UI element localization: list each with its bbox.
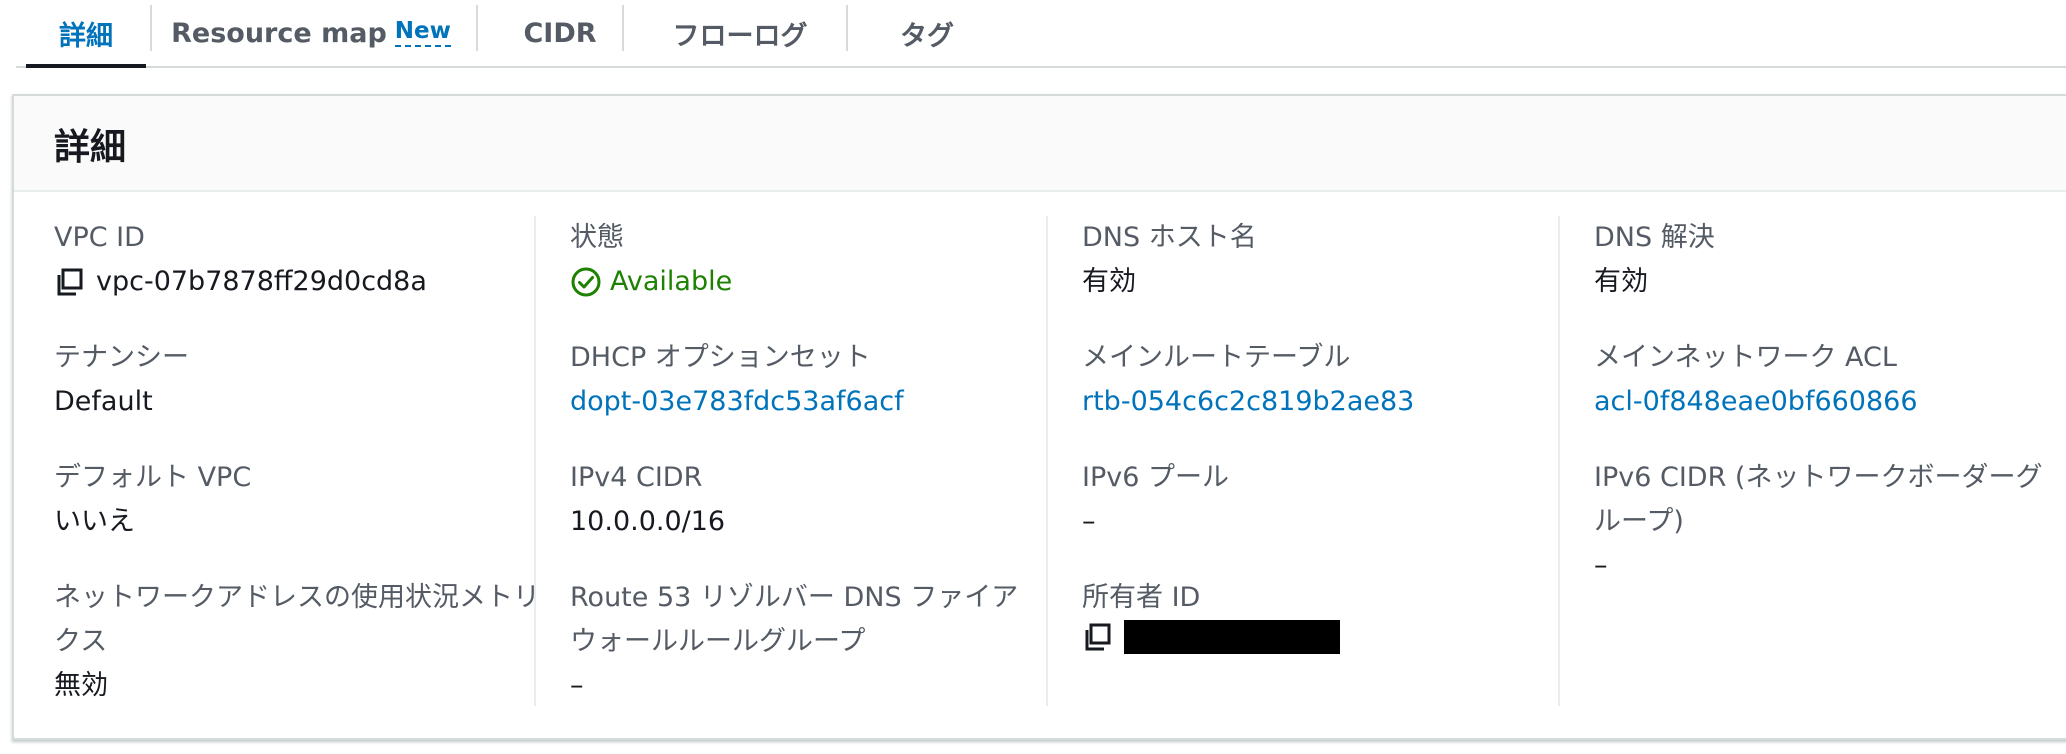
field-value: いいえ: [54, 506, 135, 537]
field-label: IPv6 プール: [1082, 462, 1229, 493]
dhcp-option-set-link[interactable]: dopt-03e783fdc53af6acf: [570, 380, 1060, 424]
field-default-vpc: デフォルト VPC いいえ: [54, 456, 544, 544]
tab-cidr[interactable]: CIDR: [490, 0, 630, 66]
field-route53-resolver-dns-firewall: Route 53 リゾルバー DNS ファイアウォールルールグループ –: [570, 576, 1040, 708]
owner-id-redacted: [1124, 620, 1340, 654]
field-label: DNS ホスト名: [1082, 222, 1257, 253]
main-network-acl-link[interactable]: acl-0f848eae0bf660866: [1594, 380, 2064, 424]
field-label: メインネットワーク ACL: [1594, 342, 1897, 373]
field-owner-id: 所有者 ID: [1082, 576, 1572, 654]
field-value: Default: [54, 386, 153, 417]
field-value: 有効: [1594, 266, 1648, 297]
tab-label: タグ: [900, 20, 954, 52]
tab-details[interactable]: 詳細: [26, 0, 146, 68]
field-label: DNS 解決: [1594, 222, 1715, 253]
field-dns-resolution: DNS 解決 有効: [1594, 216, 2064, 304]
status-text: Available: [610, 266, 733, 297]
column-divider: [1558, 216, 1560, 706]
field-value: vpc-07b7878ff29d0cd8a: [54, 260, 544, 304]
panel-title: 詳細: [54, 127, 127, 168]
field-value: –: [1594, 550, 1608, 581]
column-divider: [534, 216, 536, 706]
field-value: 無効: [54, 670, 108, 701]
tab-label: Resource map: [171, 17, 387, 49]
field-label: メインルートテーブル: [1082, 342, 1351, 373]
field-ipv4-cidr: IPv4 CIDR 10.0.0.0/16: [570, 456, 1060, 544]
field-value: –: [1082, 506, 1096, 537]
column-divider: [1046, 216, 1048, 706]
field-label: IPv6 CIDR (ネットワークボーダーグループ): [1594, 462, 2043, 537]
panel-header: 詳細: [14, 96, 2066, 192]
details-panel: 詳細 VPC ID vpc-07b7878ff29d0cd8a テナンシー De…: [12, 94, 2066, 740]
new-badge: New: [394, 19, 451, 47]
field-value: Available: [570, 260, 1060, 304]
tab-bar: 詳細 Resource map New CIDR フローログ タグ: [16, 0, 2066, 68]
field-value: 有効: [1082, 266, 1136, 297]
tab-divider: [846, 5, 848, 51]
tab-divider: [150, 5, 152, 51]
field-label: テナンシー: [54, 342, 189, 373]
field-state: 状態 Available: [570, 216, 1060, 304]
vpc-id-value: vpc-07b7878ff29d0cd8a: [96, 266, 427, 297]
tab-divider: [476, 5, 478, 51]
copy-icon[interactable]: [1082, 622, 1112, 652]
field-network-address-usage-metrics: ネットワークアドレスの使用状況メトリクス 無効: [54, 576, 544, 708]
field-label: DHCP オプションセット: [570, 342, 871, 373]
field-tenancy: テナンシー Default: [54, 336, 544, 424]
field-dns-hostnames: DNS ホスト名 有効: [1082, 216, 1572, 304]
status-success-icon: [571, 267, 601, 297]
tab-label: 詳細: [59, 20, 113, 52]
tab-divider: [622, 5, 624, 51]
field-vpc-id: VPC ID vpc-07b7878ff29d0cd8a: [54, 216, 544, 304]
field-value: 10.0.0.0/16: [570, 506, 726, 537]
copy-icon[interactable]: [54, 267, 84, 297]
field-value: [1082, 620, 1572, 654]
field-main-route-table: メインルートテーブル rtb-054c6c2c819b2ae83: [1082, 336, 1572, 424]
field-dhcp-option-set: DHCP オプションセット dopt-03e783fdc53af6acf: [570, 336, 1060, 424]
field-ipv6-pool: IPv6 プール –: [1082, 456, 1572, 544]
tab-flow-logs[interactable]: フローログ: [640, 0, 840, 66]
tab-resource-map[interactable]: Resource map New: [166, 0, 456, 66]
field-ipv6-cidr: IPv6 CIDR (ネットワークボーダーグループ) –: [1594, 456, 2064, 588]
field-label: デフォルト VPC: [54, 462, 252, 493]
field-label: Route 53 リゾルバー DNS ファイアウォールルールグループ: [570, 582, 1019, 657]
main-route-table-link[interactable]: rtb-054c6c2c819b2ae83: [1082, 380, 1572, 424]
field-label: VPC ID: [54, 222, 145, 253]
field-label: 状態: [570, 222, 624, 253]
tab-label: CIDR: [523, 17, 597, 49]
tab-tags[interactable]: タグ: [862, 0, 992, 66]
tab-label: フローログ: [672, 20, 808, 52]
field-value: –: [570, 670, 584, 701]
field-main-network-acl: メインネットワーク ACL acl-0f848eae0bf660866: [1594, 336, 2064, 424]
field-label: 所有者 ID: [1082, 582, 1201, 613]
field-label: ネットワークアドレスの使用状況メトリクス: [54, 582, 540, 657]
field-label: IPv4 CIDR: [570, 462, 703, 493]
